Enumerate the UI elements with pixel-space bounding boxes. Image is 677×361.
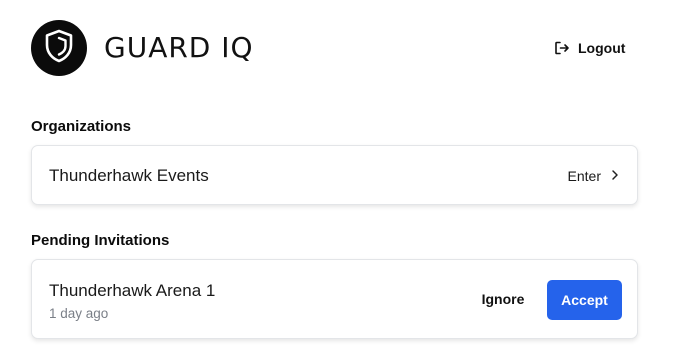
shield-icon: [44, 29, 74, 68]
ignore-button[interactable]: Ignore: [469, 280, 537, 318]
logout-label: Logout: [578, 40, 626, 56]
logout-button[interactable]: Logout: [554, 38, 625, 58]
organizations-heading: Organizations: [31, 118, 132, 135]
organization-name: Thunderhawk Events: [49, 166, 209, 185]
brand-logo: [31, 20, 87, 76]
invitation-time: 1 day ago: [49, 306, 109, 321]
invitation-card: Thunderhawk Arena 1 1 day ago Ignore Acc…: [31, 259, 638, 339]
accept-button[interactable]: Accept: [547, 280, 622, 320]
enter-organization-button[interactable]: Enter: [568, 167, 619, 185]
pending-invitations-heading: Pending Invitations: [31, 232, 170, 249]
organization-card[interactable]: Thunderhawk Events Enter: [31, 145, 638, 205]
invitation-name: Thunderhawk Arena 1: [49, 281, 216, 300]
brand-title: GUARD IQ: [104, 31, 254, 64]
app-page: GUARD IQ Logout Organizations Thunderhaw…: [0, 0, 677, 361]
chevron-right-icon: [611, 167, 619, 185]
enter-label: Enter: [567, 168, 601, 184]
logout-arrow-icon: [554, 40, 570, 56]
